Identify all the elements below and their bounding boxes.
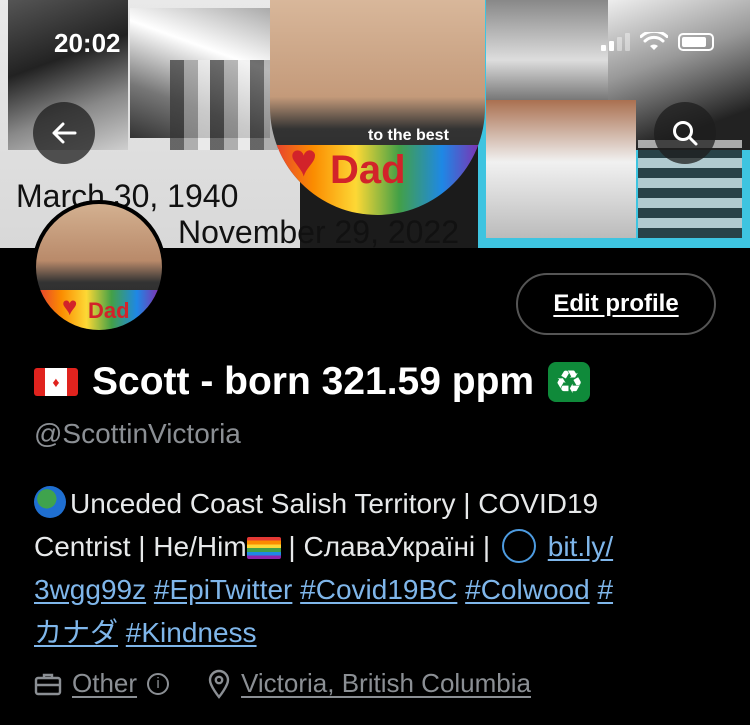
briefcase-icon bbox=[34, 673, 62, 695]
bio-link[interactable]: bit.ly/ bbox=[548, 531, 613, 562]
banner-photo bbox=[486, 100, 636, 238]
banner-tribute-small: to the best bbox=[368, 127, 449, 144]
profile-screen: ♥ to the best Dad March 30, 1940 Novembe… bbox=[0, 0, 750, 725]
status-icons bbox=[601, 32, 714, 52]
bio-text: Centrist | He/Him bbox=[34, 531, 247, 562]
hashtag-link[interactable]: #EpiTwitter bbox=[154, 574, 293, 605]
bio-link[interactable]: 3wgg99z bbox=[34, 574, 146, 605]
location-pin-icon bbox=[208, 669, 230, 699]
edit-profile-button[interactable]: Edit profile bbox=[516, 273, 716, 335]
avatar[interactable]: ♥ Dad bbox=[32, 200, 166, 334]
avatar-tribute-text: Dad bbox=[88, 298, 130, 323]
status-time: 20:02 bbox=[54, 28, 121, 58]
globe-earth-icon bbox=[34, 486, 66, 518]
heart-icon: ♥ bbox=[62, 291, 78, 321]
hashtag-link[interactable]: #Kindness bbox=[126, 617, 257, 648]
hashtag-link[interactable]: #Covid19BC bbox=[300, 574, 457, 605]
display-name: Scott - born 321.59 ppm bbox=[92, 360, 535, 403]
search-button[interactable] bbox=[654, 102, 716, 164]
canada-flag-icon: ♦ bbox=[34, 368, 78, 396]
hashtag-link[interactable]: # bbox=[597, 574, 613, 605]
profile-handle: @ScottinVictoria bbox=[34, 418, 241, 449]
profile-category[interactable]: Other bbox=[72, 668, 137, 699]
recycle-icon: ♻ bbox=[548, 362, 591, 402]
banner-death-date: November 29, 2022 bbox=[178, 214, 460, 248]
globe-web-icon bbox=[501, 529, 536, 563]
wifi-icon bbox=[640, 32, 668, 50]
profile-meta-row: Other i Victoria, British Columbia bbox=[34, 668, 531, 699]
profile-location[interactable]: Victoria, British Columbia bbox=[241, 668, 531, 699]
pride-flag-icon bbox=[246, 537, 281, 559]
bio-text: | СлаваУкраїні | bbox=[280, 531, 498, 562]
banner-photo bbox=[170, 60, 280, 150]
display-name-row: ♦ Scott - born 321.59 ppm ♻ bbox=[34, 360, 591, 404]
cellular-signal-icon bbox=[601, 33, 630, 51]
search-icon bbox=[673, 121, 698, 146]
heart-icon: ♥ bbox=[290, 134, 318, 186]
bio-text: Unceded Coast Salish Territory | COVID19 bbox=[70, 488, 599, 519]
back-button[interactable] bbox=[33, 102, 95, 164]
profile-bio: Unceded Coast Salish Territory | COVID19… bbox=[34, 482, 724, 654]
battery-icon bbox=[678, 33, 714, 51]
banner-tribute-big: Dad bbox=[330, 148, 406, 192]
hashtag-link[interactable]: カナダ bbox=[34, 617, 118, 648]
back-arrow-icon bbox=[52, 122, 77, 144]
info-icon[interactable]: i bbox=[147, 672, 170, 695]
hashtag-link[interactable]: #Colwood bbox=[465, 574, 590, 605]
banner-portrait: ♥ to the best Dad bbox=[270, 0, 485, 215]
